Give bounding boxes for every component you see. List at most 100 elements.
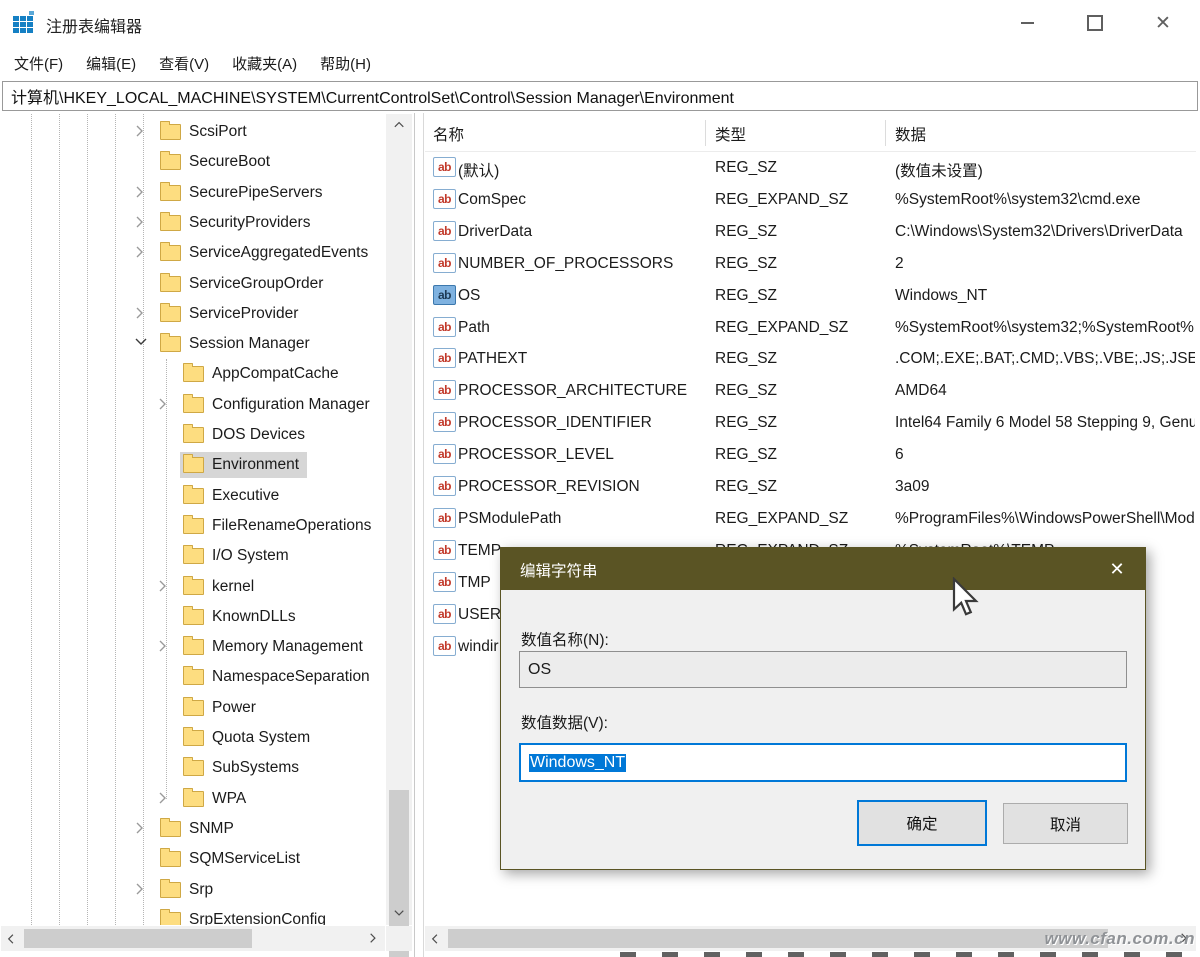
tree-item-body[interactable]: SecureBoot bbox=[157, 149, 278, 175]
collapsed-chevron-icon[interactable] bbox=[135, 125, 148, 143]
tree-item-body[interactable]: SNMP bbox=[157, 816, 242, 842]
tree-item-configuration-manager[interactable]: Configuration Manager bbox=[1, 390, 385, 420]
tree-item-subsystems[interactable]: SubSystems bbox=[1, 753, 385, 783]
registry-row-pathext[interactable]: abPATHEXTREG_SZ.COM;.EXE;.BAT;.CMD;.VBS;… bbox=[425, 343, 1196, 375]
tree-item-power[interactable]: Power bbox=[1, 693, 385, 723]
value-name-field[interactable]: OS bbox=[519, 651, 1127, 688]
tree-item-servicegrouporder[interactable]: ServiceGroupOrder bbox=[1, 269, 385, 299]
collapsed-chevron-icon[interactable] bbox=[158, 792, 171, 810]
tree-horizontal-scrollbar[interactable] bbox=[1, 926, 385, 951]
menu-item-文件-f[interactable]: 文件(F) bbox=[14, 53, 63, 74]
tree-item-snmp[interactable]: SNMP bbox=[1, 814, 385, 844]
tree-item-body[interactable]: Memory Management bbox=[180, 634, 371, 660]
menu-item-查看-v[interactable]: 查看(V) bbox=[159, 53, 209, 74]
tree-item-securepipeservers[interactable]: SecurePipeServers bbox=[1, 178, 385, 208]
collapsed-chevron-icon[interactable] bbox=[135, 186, 148, 204]
collapsed-chevron-icon[interactable] bbox=[135, 216, 148, 234]
tree-item-body[interactable]: Quota System bbox=[180, 725, 318, 751]
tree-item-scsiport[interactable]: ScsiPort bbox=[1, 117, 385, 147]
tree-item-secureboot[interactable]: SecureBoot bbox=[1, 147, 385, 177]
column-header-name[interactable]: 名称 bbox=[433, 123, 464, 145]
tree-item-appcompatcache[interactable]: AppCompatCache bbox=[1, 359, 385, 389]
tree-item-environment[interactable]: Environment bbox=[1, 450, 385, 480]
column-header-data[interactable]: 数据 bbox=[895, 123, 926, 145]
tree-item-body[interactable]: WPA bbox=[180, 786, 254, 812]
tree-item-body[interactable]: SecurePipeServers bbox=[157, 180, 331, 206]
registry-row-comspec[interactable]: abComSpecREG_EXPAND_SZ%SystemRoot%\syste… bbox=[425, 184, 1196, 216]
tree-item-i-o-system[interactable]: I/O System bbox=[1, 541, 385, 571]
registry-row-processor-level[interactable]: abPROCESSOR_LEVELREG_SZ6 bbox=[425, 439, 1196, 471]
maximize-button[interactable] bbox=[1072, 0, 1118, 46]
scroll-left-arrow-icon[interactable] bbox=[1, 926, 23, 951]
tree-item-executive[interactable]: Executive bbox=[1, 481, 385, 511]
tree-item-quota-system[interactable]: Quota System bbox=[1, 723, 385, 753]
tree-item-body[interactable]: I/O System bbox=[180, 543, 297, 569]
tree-item-body[interactable]: DOS Devices bbox=[180, 422, 313, 448]
tree-item-body[interactable]: Srp bbox=[157, 877, 221, 903]
tree-item-body[interactable]: ServiceGroupOrder bbox=[157, 271, 331, 297]
tree-item-serviceaggregatedevents[interactable]: ServiceAggregatedEvents bbox=[1, 238, 385, 268]
dialog-close-button[interactable]: ✕ bbox=[1105, 557, 1129, 581]
tree-item-memory-management[interactable]: Memory Management bbox=[1, 632, 385, 662]
tree-item-body[interactable]: kernel bbox=[180, 574, 262, 600]
menu-item-帮助-h[interactable]: 帮助(H) bbox=[320, 53, 371, 74]
tree-item-body[interactable]: AppCompatCache bbox=[180, 361, 347, 387]
collapsed-chevron-icon[interactable] bbox=[158, 580, 171, 598]
collapsed-chevron-icon[interactable] bbox=[135, 246, 148, 264]
close-button[interactable]: ✕ bbox=[1140, 0, 1186, 46]
tree-item-body[interactable]: KnownDLLs bbox=[180, 604, 304, 630]
registry-row-driverdata[interactable]: abDriverDataREG_SZC:\Windows\System32\Dr… bbox=[425, 216, 1196, 248]
scroll-left-arrow-icon[interactable] bbox=[425, 926, 447, 951]
tree-item-body[interactable]: ScsiPort bbox=[157, 119, 255, 145]
tree-item-body[interactable]: SubSystems bbox=[180, 755, 307, 781]
tree-item-kernel[interactable]: kernel bbox=[1, 572, 385, 602]
tree-item-session-manager[interactable]: Session Manager bbox=[1, 329, 385, 359]
tree-item-body[interactable]: ServiceAggregatedEvents bbox=[157, 240, 376, 266]
tree-item-body[interactable]: Session Manager bbox=[157, 331, 318, 357]
registry-row-os[interactable]: abOSREG_SZWindows_NT bbox=[425, 280, 1196, 312]
value-data-field[interactable]: Windows_NT bbox=[519, 743, 1127, 782]
ok-button[interactable]: 确定 bbox=[857, 800, 987, 846]
tree-item-dos-devices[interactable]: DOS Devices bbox=[1, 420, 385, 450]
list-hscroll-thumb[interactable] bbox=[448, 929, 1108, 948]
tree-item-body[interactable]: SrpExtensionConfig bbox=[157, 907, 334, 925]
tree-item-body[interactable]: Configuration Manager bbox=[180, 392, 378, 418]
tree-item-body[interactable]: ServiceProvider bbox=[157, 301, 306, 327]
tree-item-srp[interactable]: Srp bbox=[1, 875, 385, 905]
tree-item-body[interactable]: Power bbox=[180, 695, 264, 721]
registry-row-psmodulepath[interactable]: abPSModulePathREG_EXPAND_SZ%ProgramFiles… bbox=[425, 503, 1196, 535]
dialog-title-bar[interactable]: 编辑字符串 ✕ bbox=[501, 548, 1145, 590]
tree-item-body[interactable]: SecurityProviders bbox=[157, 210, 318, 236]
tree-item-body[interactable]: SQMServiceList bbox=[157, 846, 308, 872]
collapsed-chevron-icon[interactable] bbox=[135, 307, 148, 325]
collapsed-chevron-icon[interactable] bbox=[135, 883, 148, 901]
tree-vertical-scrollbar[interactable] bbox=[386, 114, 412, 925]
tree-item-knowndlls[interactable]: KnownDLLs bbox=[1, 602, 385, 632]
scroll-up-arrow-icon[interactable] bbox=[386, 114, 412, 136]
tree-hscroll-thumb[interactable] bbox=[24, 929, 252, 948]
address-bar-input[interactable] bbox=[2, 81, 1198, 111]
tree-item-filerenameoperations[interactable]: FileRenameOperations bbox=[1, 511, 385, 541]
registry-row-processor-identifier[interactable]: abPROCESSOR_IDENTIFIERREG_SZIntel64 Fami… bbox=[425, 407, 1196, 439]
column-header-type[interactable]: 类型 bbox=[715, 123, 746, 145]
registry-row-processor-architecture[interactable]: abPROCESSOR_ARCHITECTUREREG_SZAMD64 bbox=[425, 375, 1196, 407]
collapsed-chevron-icon[interactable] bbox=[158, 640, 171, 658]
menu-item-编辑-e[interactable]: 编辑(E) bbox=[86, 53, 136, 74]
tree-item-securityproviders[interactable]: SecurityProviders bbox=[1, 208, 385, 238]
tree-item-srpextensionconfig[interactable]: SrpExtensionConfig bbox=[1, 905, 385, 925]
minimize-button[interactable] bbox=[1004, 0, 1050, 46]
registry-row-number-of-processors[interactable]: abNUMBER_OF_PROCESSORSREG_SZ2 bbox=[425, 248, 1196, 280]
column-separator[interactable] bbox=[705, 120, 706, 146]
tree-item-wpa[interactable]: WPA bbox=[1, 784, 385, 814]
registry-row-path[interactable]: abPathREG_EXPAND_SZ%SystemRoot%\system32… bbox=[425, 312, 1196, 344]
tree-item-body[interactable]: Environment bbox=[180, 452, 307, 478]
expanded-chevron-icon[interactable] bbox=[135, 337, 148, 355]
scroll-right-arrow-icon[interactable] bbox=[363, 926, 385, 951]
cancel-button[interactable]: 取消 bbox=[1003, 803, 1128, 844]
menu-item-收藏夹-a[interactable]: 收藏夹(A) bbox=[232, 53, 297, 74]
registry-row-processor-revision[interactable]: abPROCESSOR_REVISIONREG_SZ3a09 bbox=[425, 471, 1196, 503]
collapsed-chevron-icon[interactable] bbox=[158, 398, 171, 416]
tree-item-body[interactable]: FileRenameOperations bbox=[180, 513, 379, 539]
tree-item-body[interactable]: NamespaceSeparation bbox=[180, 664, 378, 690]
collapsed-chevron-icon[interactable] bbox=[135, 822, 148, 840]
